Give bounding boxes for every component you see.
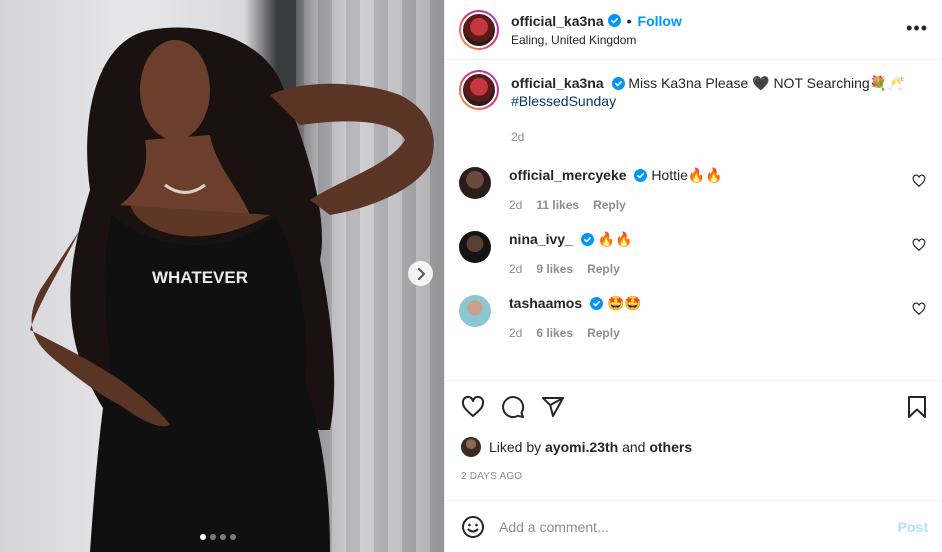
post-header: official_ka3na • Follow Ealing, United K… [445, 0, 942, 60]
comment-avatar[interactable] [459, 295, 491, 327]
more-horizontal-icon[interactable]: ••• [906, 18, 928, 39]
comment-username[interactable]: official_mercyeke [509, 167, 627, 183]
reply-button[interactable]: Reply [593, 196, 626, 214]
comment-time[interactable]: 2d [509, 324, 522, 342]
emoji-icon[interactable] [461, 515, 485, 539]
carousel-dot [200, 534, 206, 540]
share-icon[interactable] [541, 395, 565, 419]
liker-username[interactable]: ayomi.23th [545, 439, 618, 455]
post-photo[interactable]: WHATEVER [0, 0, 444, 552]
caption-hashtag[interactable]: #BlessedSunday [511, 92, 905, 110]
post-caption: official_ka3na Miss Ka3na Please 🖤 NOT S… [459, 70, 926, 146]
carousel-dot [220, 534, 226, 540]
comment-time[interactable]: 2d [509, 260, 522, 278]
verified-badge-icon [590, 297, 604, 310]
comment-username[interactable]: nina_ivy_ [509, 231, 573, 247]
comment-icon[interactable] [501, 395, 525, 419]
comment-likes[interactable]: 9 likes [536, 260, 573, 278]
caption-avatar[interactable] [459, 70, 499, 110]
comment-item: tashaamos 🤩🤩 2d 6 likes Reply [459, 294, 926, 342]
comment-username[interactable]: tashaamos [509, 295, 582, 311]
carousel-next-button[interactable] [408, 261, 433, 286]
comment-heart-icon[interactable] [912, 302, 926, 316]
verified-badge-icon [611, 77, 625, 90]
comment-likes[interactable]: 11 likes [536, 196, 579, 214]
caption-text: Miss Ka3na Please 🖤 NOT Searching💐🥂 [628, 75, 905, 91]
bookmark-icon[interactable] [906, 395, 928, 419]
post-comment-button[interactable]: Post [898, 519, 928, 535]
follow-button[interactable]: Follow [638, 13, 682, 29]
liked-by: Liked by ayomi.23th and others [461, 437, 928, 457]
comment-input[interactable] [499, 518, 898, 535]
comment-item: official_mercyeke Hottie🔥🔥 2d 11 likes R… [459, 166, 926, 214]
author-avatar[interactable] [459, 9, 499, 50]
liked-by-and: and [622, 439, 646, 455]
woman-figure: WHATEVER [30, 27, 434, 552]
add-comment-bar: Post [445, 500, 942, 552]
comment-avatar[interactable] [459, 167, 491, 199]
instagram-post: WHATEVER official_ka3na • Follow Ealing,… [0, 0, 942, 552]
post-side-panel: official_ka3na • Follow Ealing, United K… [444, 0, 942, 552]
comment-item: nina_ivy_ 🔥🔥 2d 9 likes Reply [459, 230, 926, 278]
comments-list: official_ka3na Miss Ka3na Please 🖤 NOT S… [445, 60, 942, 380]
reply-button[interactable]: Reply [587, 324, 620, 342]
carousel-indicator [200, 534, 236, 540]
heart-icon[interactable] [461, 395, 485, 419]
comment-text: 🔥🔥 [597, 231, 633, 247]
post-time-ago[interactable]: 2 DAYS AGO [461, 471, 928, 482]
chevron-right-icon [417, 267, 425, 280]
comment-likes[interactable]: 6 likes [536, 324, 573, 342]
comment-heart-icon[interactable] [912, 174, 926, 188]
liker-avatar[interactable] [461, 437, 481, 457]
comment-heart-icon[interactable] [912, 238, 926, 252]
comment-text: Hottie🔥🔥 [651, 167, 723, 183]
verified-badge-icon [607, 14, 621, 27]
caption-time[interactable]: 2d [511, 128, 524, 146]
shirt-text: WHATEVER [152, 268, 248, 287]
verified-badge-icon [634, 169, 648, 182]
liked-by-prefix: Liked by [489, 439, 542, 455]
post-actions: Liked by ayomi.23th and others 2 DAYS AG… [445, 380, 942, 500]
post-location[interactable]: Ealing, United Kingdom [511, 33, 682, 47]
liked-others[interactable]: others [649, 439, 692, 455]
comment-text: 🤩🤩 [606, 295, 642, 311]
carousel-dot [210, 534, 216, 540]
verified-badge-icon [580, 233, 594, 246]
carousel-dot [230, 534, 236, 540]
author-username[interactable]: official_ka3na [511, 13, 604, 29]
comment-avatar[interactable] [459, 231, 491, 263]
separator-dot: • [626, 12, 632, 29]
comment-time[interactable]: 2d [509, 196, 522, 214]
caption-username[interactable]: official_ka3na [511, 75, 604, 91]
reply-button[interactable]: Reply [587, 260, 620, 278]
